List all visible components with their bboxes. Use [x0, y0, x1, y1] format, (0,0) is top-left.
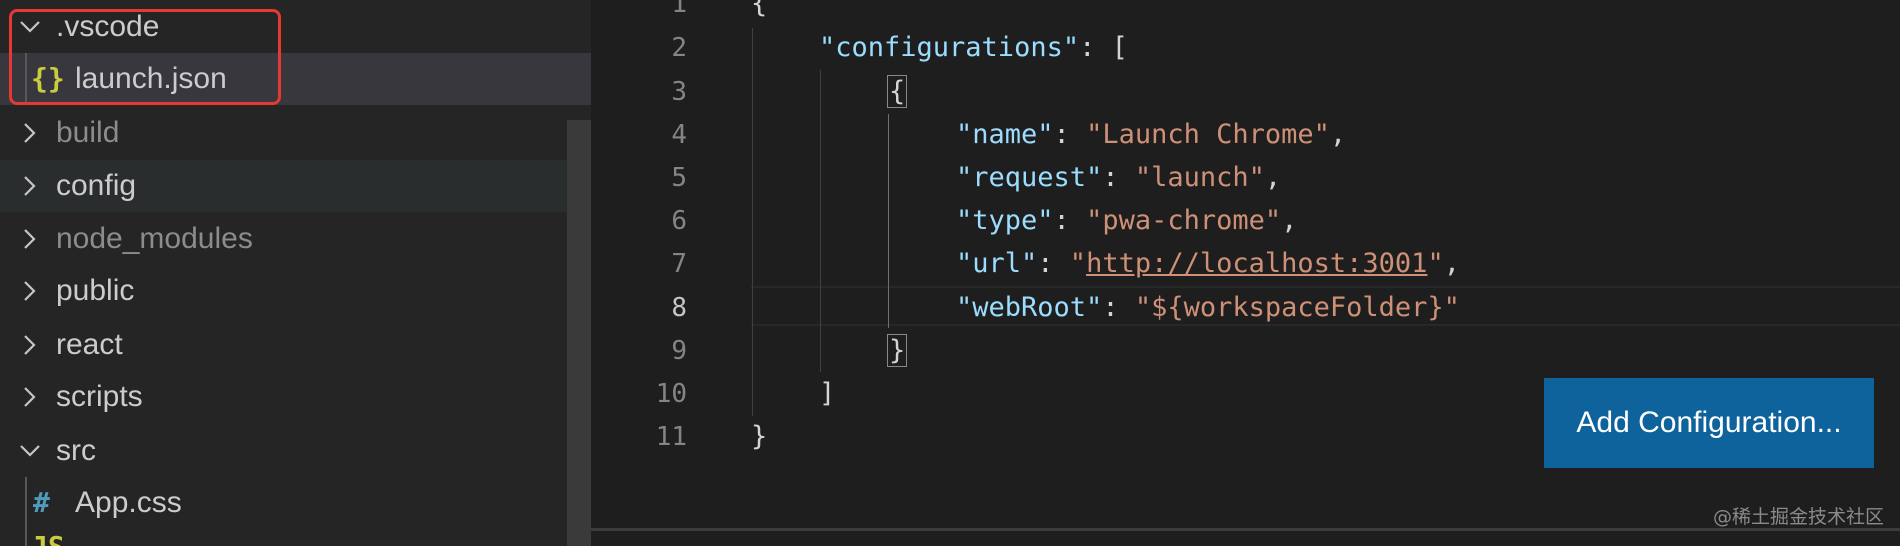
- tree-item-node-modules-folder[interactable]: node_modules: [0, 213, 591, 265]
- explorer-sidebar: .vscode {} launch.json build config node…: [0, 0, 591, 546]
- indent-guide: [820, 70, 821, 372]
- code-editor[interactable]: 1 2 3 4 5 6 7 8 9 10 11 { "configuration…: [591, 0, 1900, 546]
- indent-guide: [752, 28, 753, 416]
- json-key: "type": [956, 205, 1054, 236]
- json-string: "${workspaceFolder}": [1134, 292, 1460, 323]
- json-string: "Launch Chrome": [1086, 119, 1330, 150]
- tree-item-scripts-folder[interactable]: scripts: [0, 371, 591, 423]
- chevron-right-icon: [15, 371, 45, 423]
- indent-guide: [25, 477, 27, 546]
- watermark: @稀土掘金技术社区: [1712, 506, 1884, 528]
- json-key: "configurations": [819, 32, 1080, 63]
- tree-item-label: react: [56, 328, 123, 361]
- line-number: 10: [655, 379, 687, 409]
- code-line-9: }: [887, 329, 908, 373]
- tree-item-app-css[interactable]: # App.css: [0, 477, 591, 529]
- line-number: 11: [655, 422, 687, 452]
- chevron-right-icon: [15, 319, 45, 371]
- line-number: 1: [671, 0, 687, 19]
- tree-item-label: src: [56, 434, 96, 467]
- line-number: 4: [671, 120, 687, 150]
- add-configuration-button[interactable]: Add Configuration...: [1544, 378, 1874, 468]
- indent-guide-active: [888, 114, 889, 328]
- code-line-6: "type": "pwa-chrome",: [956, 205, 1298, 236]
- code-line-1: {: [751, 0, 768, 19]
- json-key: "webRoot": [956, 292, 1103, 323]
- tree-item-src-folder[interactable]: src: [0, 425, 591, 477]
- chevron-right-icon: [15, 160, 45, 212]
- line-number: 7: [671, 249, 687, 279]
- line-number: 9: [671, 336, 687, 366]
- chevron-right-icon: [15, 213, 45, 265]
- code-line-4: "name": "Launch Chrome",: [956, 119, 1347, 150]
- code-line-10: ]: [819, 378, 836, 409]
- line-number: 2: [671, 33, 687, 63]
- code-line-2: "configurations": [: [819, 32, 1128, 63]
- tree-item-label: config: [56, 169, 137, 202]
- tree-item-label: node_modules: [56, 222, 253, 255]
- tree-item-config-folder[interactable]: config: [0, 160, 591, 212]
- code-line-8: "webRoot": "${workspaceFolder}": [956, 292, 1460, 323]
- tree-item-label: App.css: [75, 486, 182, 519]
- code-line-7: "url": "http://localhost:3001",: [956, 248, 1460, 279]
- code-line-5: "request": "launch",: [956, 162, 1282, 193]
- annotation-highlight-box: [9, 9, 281, 105]
- json-key: "request": [956, 162, 1103, 193]
- code-line-3: {: [887, 70, 908, 114]
- json-key: "url": [956, 248, 1038, 279]
- matched-bracket-open: {: [887, 75, 908, 108]
- line-number: 3: [671, 77, 687, 107]
- tree-item-react-folder[interactable]: react: [0, 319, 591, 371]
- tree-item-public-folder[interactable]: public: [0, 265, 591, 317]
- matched-bracket-close: }: [887, 334, 908, 367]
- json-string: "pwa-chrome": [1086, 205, 1282, 236]
- tree-item-label: scripts: [56, 380, 143, 413]
- json-key: "name": [956, 119, 1054, 150]
- panel-border: [591, 528, 1900, 531]
- chevron-down-icon: [15, 425, 45, 477]
- tree-item-label: public: [56, 274, 135, 307]
- line-number: 5: [671, 163, 687, 193]
- tree-item-build-folder[interactable]: build: [0, 107, 591, 159]
- tree-item-label: build: [56, 116, 120, 149]
- line-number: 6: [671, 206, 687, 236]
- chevron-right-icon: [15, 265, 45, 317]
- url-link: http://localhost:3001: [1086, 248, 1428, 279]
- js-file-icon: JS: [31, 521, 65, 546]
- json-string: "launch": [1134, 162, 1265, 193]
- code-line-11: }: [751, 421, 768, 452]
- chevron-right-icon: [15, 107, 45, 159]
- sidebar-scrollbar[interactable]: [567, 120, 591, 546]
- line-number-active: 8: [671, 293, 687, 323]
